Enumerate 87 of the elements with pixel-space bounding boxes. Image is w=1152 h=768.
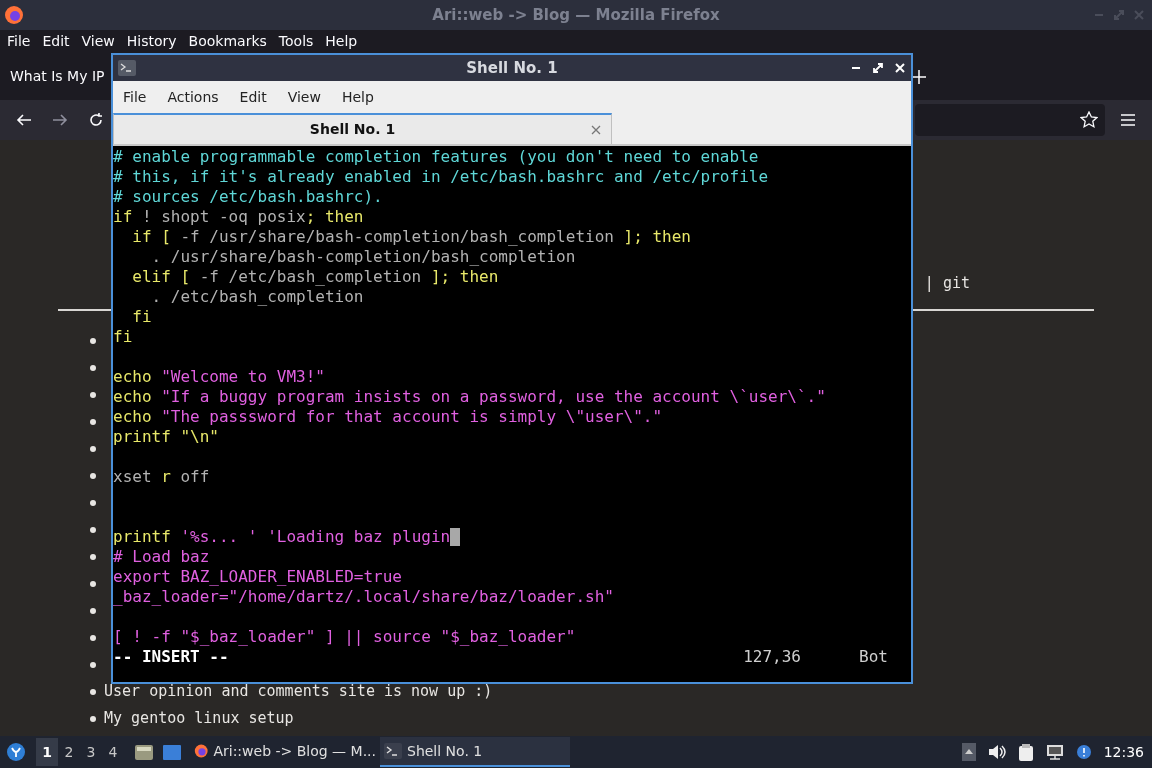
bullet-icon [90,472,96,479]
code-text: # this, if it's already enabled in /etc/bash.bashrc and /etc/profile [113,167,769,187]
menu-item[interactable]: Edit [42,30,70,52]
code-text: if [113,207,133,227]
bullet-icon [90,688,96,695]
menu-item[interactable]: File [7,30,31,52]
terminal-tab[interactable]: Shell No. 1 [113,113,612,144]
code-text: fi [131,307,152,327]
code-text: . /usr/share/bash-completion/bash_completion [150,247,576,267]
code-text: elif [ [131,267,191,287]
code-text: echo [113,387,153,407]
menu-item[interactable]: File [123,86,147,108]
code-text: '%s... ' 'Loading baz plugin [180,527,451,547]
code-text: # sources /etc/bash.bashrc). [113,187,383,207]
list-link[interactable]: My gentoo linux setup [104,707,294,730]
code-text: export BAZ_LOADER_ENABLED=true [113,567,402,587]
code-text: xset [113,467,153,487]
code-text: echo [113,367,153,387]
code-text: fi [113,327,133,347]
menu-icon[interactable] [1120,113,1136,127]
mode-indicator: -- INSERT -- [113,647,229,667]
code-text: off [179,467,210,487]
window-title: Ari::web -> Blog — Mozilla Firefox [432,4,720,26]
scroll-position: Bot [859,647,889,667]
code-text: ; then [305,207,364,227]
menu-item[interactable]: View [81,30,115,52]
reload-icon[interactable] [88,112,104,128]
bullet-icon [90,661,96,668]
code-text: . /etc/bash_completion [150,287,364,307]
bullet-icon [90,364,96,371]
code-text: printf "\n" [113,427,219,447]
workspace-button[interactable]: 4 [102,738,124,766]
code-text: "Welcome to VM3!" [161,367,325,387]
bullet-icon [90,445,96,452]
bullet-icon [90,715,96,722]
taskbar-button[interactable]: Shell No. 1 [380,737,570,767]
code-text: -f /usr/share/bash-completion/bash_completion [179,227,615,247]
bullet-icon [90,526,96,533]
bullet-icon [90,553,96,560]
bullet-icon [90,391,96,398]
code-text: echo [113,407,153,427]
code-text: "If a buggy program insists on a password, use the account \`user\`." [161,387,826,407]
menu-item[interactable]: Edit [239,86,267,108]
workspace-button[interactable]: 3 [80,738,102,766]
code-text: ]; then [623,227,691,247]
clock-text: 12:36 [1103,742,1144,762]
taskbar-button[interactable]: Ari::web -> Blog — M... [190,737,380,767]
code-text: # Load baz [113,547,210,567]
bullet-icon [90,607,96,614]
code-text: # enable programmable completion features (you don't need to enable [113,147,759,167]
notification-icon[interactable] [1075,744,1092,760]
menu-item[interactable]: View [287,86,321,108]
code-text: if [ [131,227,171,247]
terminal-icon[interactable] [384,742,402,760]
cursor-position: 127,36 [743,647,801,667]
star-icon[interactable] [1080,111,1098,129]
new-tab-icon[interactable] [912,70,926,84]
bullet-icon [90,634,96,641]
menu-item[interactable]: Actions [167,86,219,108]
bullet-icon [90,337,96,344]
window-title: Shell No. 1 [466,57,558,79]
back-icon[interactable] [16,112,32,128]
workspace-button[interactable]: 2 [58,738,80,766]
bullet-icon [90,499,96,506]
code-text: ]; then [430,267,499,287]
code-text: printf [113,527,172,547]
menu-item[interactable]: Help [341,86,374,108]
start-menu-icon[interactable] [6,742,26,762]
code-text: "The passsword for that account is simply \"user\"." [161,407,663,427]
code-text: -f /etc/bash_completion [198,267,423,287]
bullet-icon [90,418,96,425]
menu-item[interactable]: Tools [278,30,314,52]
code-text: r [161,467,171,487]
menu-item[interactable]: Help [325,30,358,52]
workspace-button[interactable]: 1 [36,738,58,766]
list-link[interactable]: User opinion and comments site is now up :) [104,680,493,703]
heading-text: | git [924,273,970,293]
forward-icon[interactable] [52,112,68,128]
menu-item[interactable]: History [126,30,177,52]
terminal-icon[interactable] [118,60,136,76]
code-text: ! shopt -oq posix [140,207,306,227]
bullet-icon [90,580,96,587]
code-text: [ ! -f "$_baz_loader" ] || source "$_baz_loader" [113,627,576,647]
volume-icon[interactable] [987,744,1006,760]
menu-item[interactable]: Bookmarks [188,30,267,52]
code-text: _baz_loader="/home/dartz/.local/share/baz/loader.sh" [113,587,614,607]
address-field[interactable] [915,104,1105,136]
